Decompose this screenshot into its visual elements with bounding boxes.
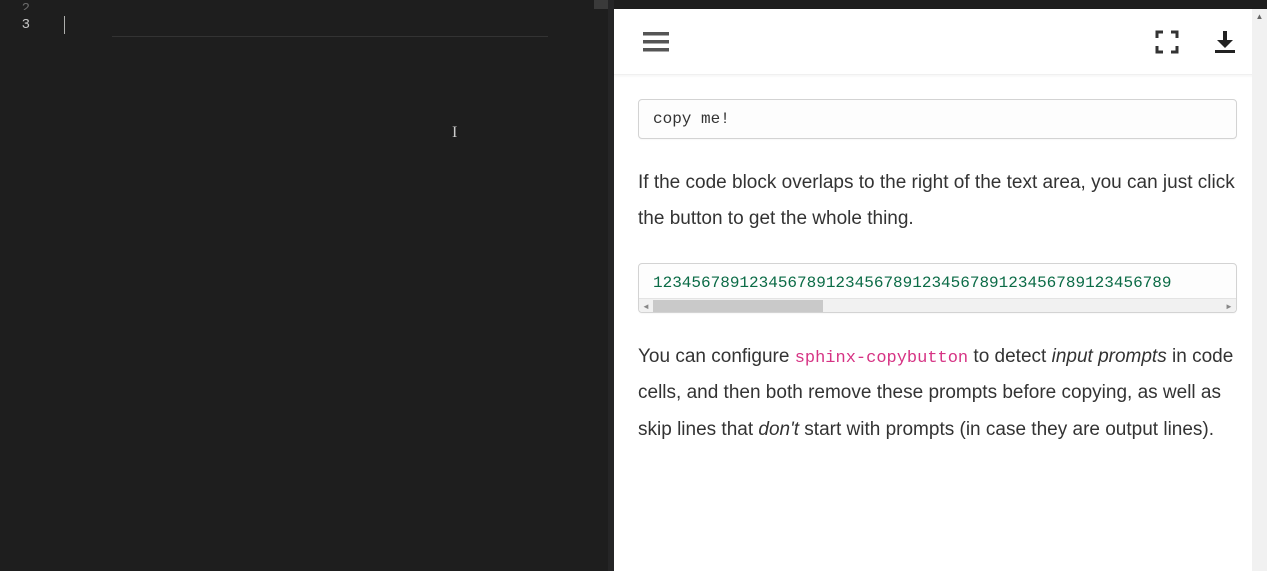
p2-part1: You can configure [638, 346, 795, 367]
paragraph-overlap: If the code block overlaps to the right … [638, 165, 1237, 237]
p2-part4: start with prompts (in case they are out… [799, 419, 1214, 440]
preview-body[interactable]: copy me! If the code block overlaps to t… [614, 75, 1267, 571]
preview-toolbar [614, 9, 1267, 75]
code-text: copy me! [653, 110, 730, 128]
editor-vertical-scrollbar[interactable] [594, 0, 608, 571]
scroll-left-arrow-icon[interactable]: ◄ [639, 299, 653, 313]
code-text-long: 1234567891234567891234567891234567891234… [639, 264, 1236, 298]
line-number-prev: 2 [0, 0, 30, 10]
line-number: 3 [0, 10, 30, 35]
p2-part2: to detect [968, 346, 1051, 367]
editor-gutter: 2 3 [0, 0, 56, 571]
code-horizontal-scrollbar[interactable]: ◄ ► [639, 298, 1236, 312]
editor-cursor [64, 16, 65, 34]
paragraph-configure: You can configure sphinx-copybutton to d… [638, 339, 1237, 447]
editor-line-divider [112, 36, 548, 37]
scroll-up-arrow-icon[interactable]: ▲ [1252, 9, 1267, 23]
editor-pane[interactable]: 2 3 I [0, 0, 608, 571]
preview-vertical-scrollbar[interactable]: ▲ [1252, 9, 1267, 571]
hamburger-icon[interactable] [642, 28, 670, 56]
code-block-copy-me[interactable]: copy me! [638, 99, 1237, 139]
download-icon[interactable] [1211, 28, 1239, 56]
inline-code-sphinx-copybutton: sphinx-copybutton [795, 349, 968, 368]
scroll-right-arrow-icon[interactable]: ► [1222, 299, 1236, 313]
italic-input-prompts: input prompts [1052, 346, 1167, 367]
scroll-thumb[interactable] [653, 300, 823, 312]
text-cursor-icon: I [452, 124, 457, 142]
preview-pane: copy me! If the code block overlaps to t… [614, 0, 1267, 571]
app-root: 2 3 I copy [0, 0, 1267, 571]
editor-content[interactable]: I [56, 0, 608, 571]
italic-dont: don't [758, 419, 799, 440]
code-block-long-number[interactable]: 1234567891234567891234567891234567891234… [638, 263, 1237, 313]
preview-titlebar [614, 0, 1267, 9]
fullscreen-icon[interactable] [1153, 28, 1181, 56]
